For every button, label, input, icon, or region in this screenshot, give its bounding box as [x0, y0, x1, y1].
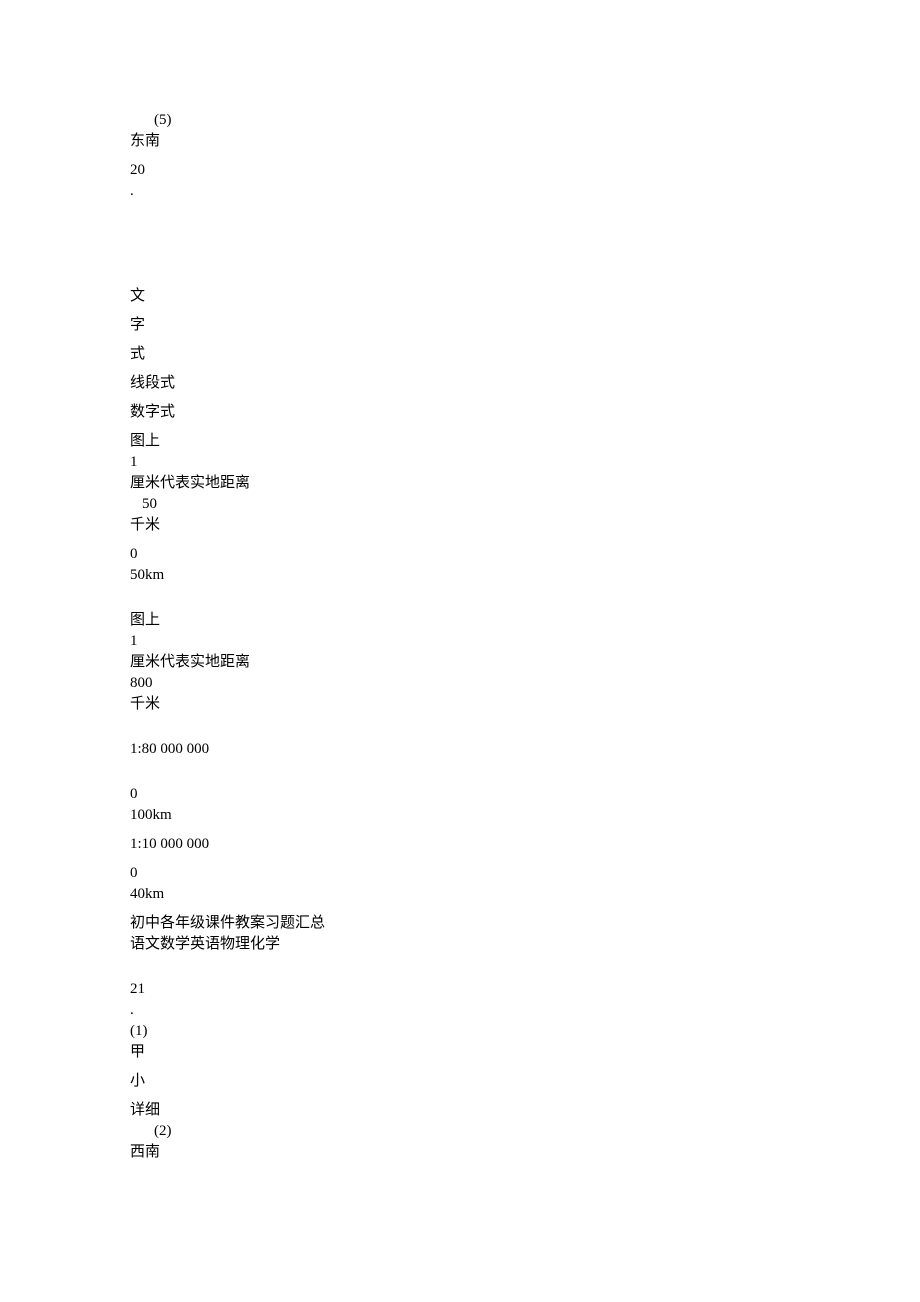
answer-text-sw: 西南 — [130, 1142, 790, 1163]
question-number-21: 21 — [130, 979, 790, 1000]
scale-desc-value: 1 — [130, 452, 790, 473]
scale-line-start-3: 0 — [130, 863, 790, 884]
scale-desc-distance-2: 800 — [130, 673, 790, 694]
scale-type-numeric: 数字式 — [130, 402, 790, 423]
scale-type-text-3: 式 — [130, 344, 790, 365]
scale-desc-distance: 50 — [130, 494, 790, 515]
scale-desc-prefix: 图上 — [130, 431, 790, 452]
scale-line-end-2: 100km — [130, 805, 790, 826]
scale-ratio-1: 1:80 000 000 — [130, 739, 790, 760]
scale-line-end-3: 40km — [130, 884, 790, 905]
scale-type-text-1: 文 — [130, 286, 790, 307]
question-number: 20 — [130, 160, 790, 181]
answer-text-detail: 详细 — [130, 1100, 790, 1121]
scale-type-text-2: 字 — [130, 315, 790, 336]
answer-number-2: (2) — [130, 1121, 790, 1142]
scale-ratio-2: 1:10 000 000 — [130, 834, 790, 855]
dot: . — [130, 181, 790, 202]
scale-desc-value-2: 1 — [130, 631, 790, 652]
answer-text-jia: 甲 — [130, 1042, 790, 1063]
answer-text-small: 小 — [130, 1071, 790, 1092]
scale-desc-unit: 千米 — [130, 515, 790, 536]
scale-desc-unit-2: 千米 — [130, 694, 790, 715]
dot-2: . — [130, 1000, 790, 1021]
scale-type-line: 线段式 — [130, 373, 790, 394]
scale-line-start-2: 0 — [130, 784, 790, 805]
answer-number-1: (1) — [130, 1021, 790, 1042]
scale-line-end: 50km — [130, 565, 790, 586]
scale-desc-text: 厘米代表实地距离 — [130, 473, 790, 494]
scale-desc-prefix-2: 图上 — [130, 610, 790, 631]
answer-text: 东南 — [130, 131, 790, 152]
scale-desc-text-2: 厘米代表实地距离 — [130, 652, 790, 673]
scale-line-start: 0 — [130, 544, 790, 565]
footer-subjects: 语文数学英语物理化学 — [130, 934, 790, 955]
document-page: (5) 东南 20 . 文 字 式 线段式 数字式 图上 1 厘米代表实地距离 … — [0, 0, 920, 1223]
footer-title: 初中各年级课件教案习题汇总 — [130, 913, 790, 934]
answer-number-5: (5) — [130, 110, 790, 131]
